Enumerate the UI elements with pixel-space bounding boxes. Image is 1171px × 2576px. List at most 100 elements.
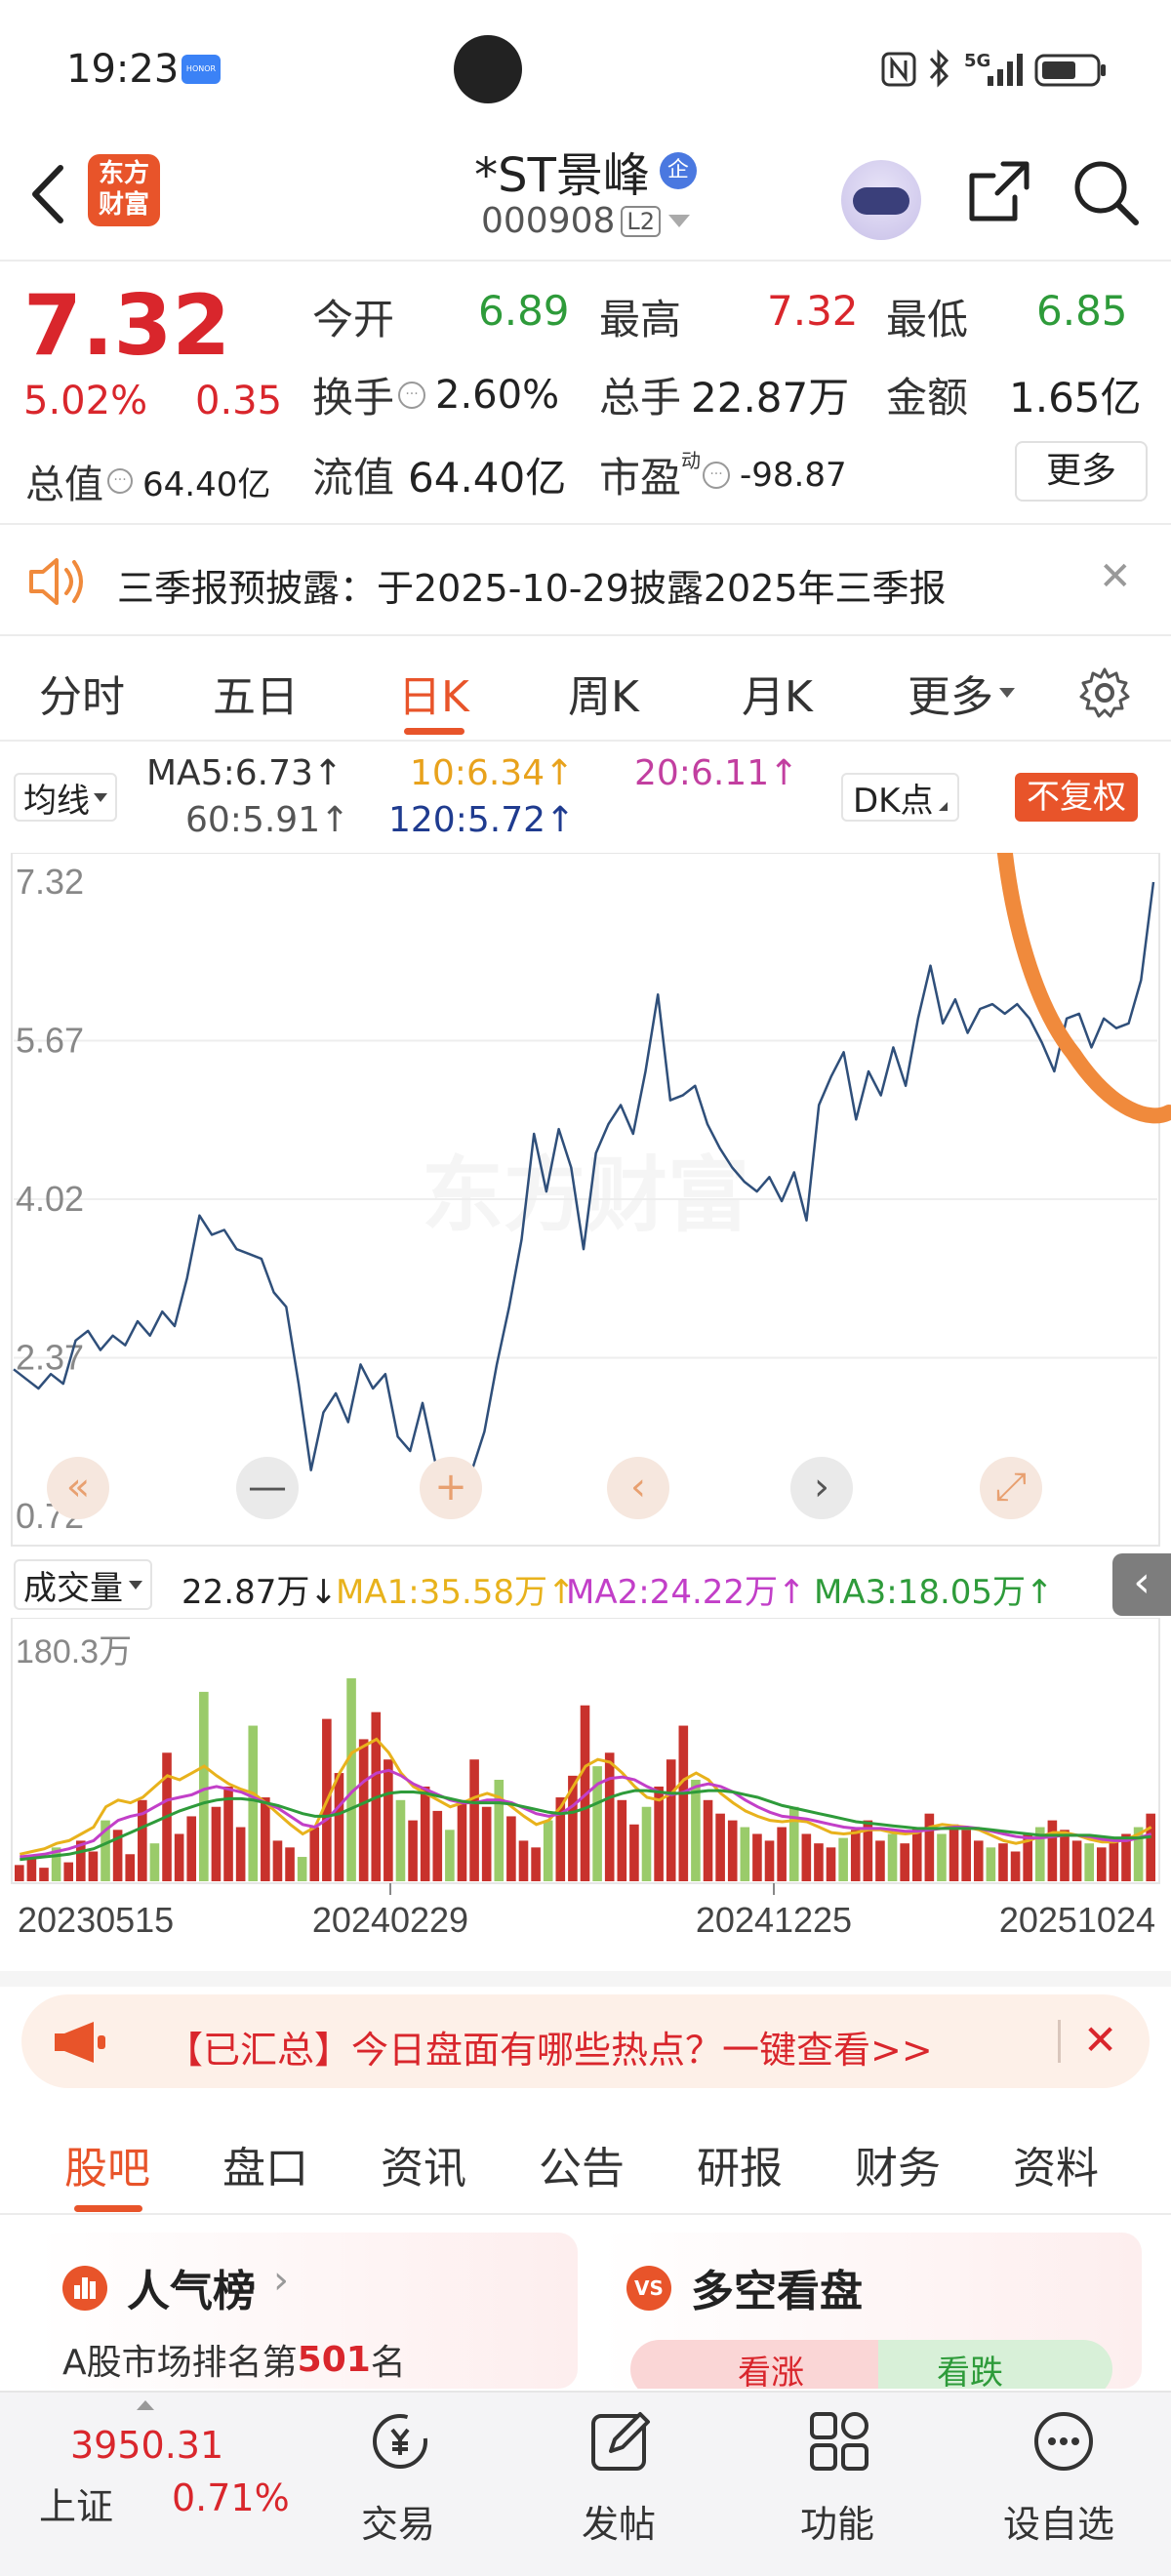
caret-down-icon [999,688,1015,698]
volume-bar [186,1816,197,1881]
ma-selector[interactable]: 均线 [14,773,117,822]
stock-tag: 企 [659,152,697,189]
tab-finance[interactable]: 财务 [855,2133,941,2195]
rank-suffix: 名 [370,2343,406,2383]
tab-announcements[interactable]: 公告 [539,2133,625,2195]
volume-bar [261,1797,270,1881]
volume-bar [1071,1840,1082,1881]
volume-x-tick-label: 20240229 [312,1900,468,1940]
volume-bar [174,1833,184,1881]
open-value: 6.89 [478,287,570,335]
volume-bar [432,1810,443,1881]
index-ticker[interactable]: 3950.31 上证 0.71% [0,2393,312,2576]
tab-five-day[interactable]: 五日 [213,662,299,724]
bull-button[interactable]: 看涨 [630,2340,894,2389]
ma-selector-label: 均线 [23,781,90,821]
volume-bar [395,1799,406,1881]
ranking-icon [62,2266,107,2311]
stock-header: 东方 财富 *ST景峰 企 000908 L2 [0,146,1171,260]
volume-bar [691,1780,701,1881]
add-watchlist-tab[interactable]: 设自选 [991,2393,1138,2558]
dk-point-button[interactable]: DK点 [841,773,960,822]
long-short-card[interactable]: VS 多空看盘 看涨 看跌 [601,2233,1142,2389]
caret-down-icon [668,215,691,227]
tab-research[interactable]: 研报 [697,2133,783,2195]
zoom-in-button[interactable]: + [420,1457,482,1519]
volume-bar [924,1813,935,1881]
vs-icon: VS [626,2266,671,2311]
trade-tab[interactable]: 交易 [342,2393,459,2558]
volume-bar [911,1827,922,1881]
long-short-title: 多空看盘 [691,2267,863,2316]
rewind-button[interactable]: « [47,1457,109,1519]
volume-bar [617,1799,627,1881]
promo-close-icon[interactable]: ✕ [1083,2016,1117,2064]
share-icon[interactable] [964,158,1032,226]
fullscreen-button[interactable]: ⤢ [980,1457,1042,1519]
volume-bar [937,1833,947,1881]
volume-bar [309,1827,320,1881]
dk-point-label: DK点 [853,781,934,821]
adjustment-button[interactable]: 不复权 [1015,773,1138,822]
tab-profile[interactable]: 资料 [1013,2133,1099,2195]
volume-x-tick-label: 20241225 [696,1900,852,1940]
volume-bar [334,1773,344,1881]
volume-bar [211,1806,222,1881]
ma5-value: MA5:6.73↑ [146,753,343,793]
pe-ratio: 市盈 动 ··· -98.87 [599,445,847,504]
popularity-card[interactable]: 人气榜 › A股市场排名第 501 名 [37,2233,578,2389]
notice-text: 三季报预披露：于2025-10-29披露2025年三季报 [117,567,947,610]
gear-icon[interactable] [1077,665,1132,720]
volume-bar [1060,1830,1070,1881]
status-bar: 19:23 HONOR 5G [0,0,1171,146]
volume-chart[interactable]: 180.3万 20230515 20240229 20241225 20251024 [0,1618,1171,1971]
promo-banner[interactable]: 【已汇总】今日盘面有哪些热点？一键查看>> ✕ [21,1994,1150,2088]
tab-monthly-k[interactable]: 月K [742,662,813,724]
tab-weekly-k[interactable]: 周K [568,662,639,724]
post-tab[interactable]: 发帖 [562,2393,679,2558]
volume-selector[interactable]: 成交量 [14,1559,152,1610]
section-tabs: 股吧 盘口 资讯 公告 研报 财务 资料 [0,2112,1171,2213]
price-y-tick-label: 4.02 [16,1179,84,1219]
volume-bar [457,1799,467,1881]
volume-bar [961,1830,971,1881]
volume-bar [875,1840,885,1881]
camera-cutout [454,35,522,103]
volume-bar [358,1739,369,1881]
tab-news[interactable]: 资讯 [381,2133,466,2195]
zoom-out-button[interactable]: — [236,1457,299,1519]
notice-bar[interactable]: 三季报预披露：于2025-10-29披露2025年三季报 ✕ [0,527,1171,634]
volume-bar [1084,1843,1094,1881]
tab-daily-k[interactable]: 日K [398,662,469,724]
float-mv-label: 流值 [312,454,395,502]
notice-close-icon[interactable]: ✕ [1099,554,1132,599]
function-label: 功能 [800,2503,875,2546]
grid-function-icon [810,2412,868,2471]
volume-bar [408,1820,418,1881]
tab-orderbook[interactable]: 盘口 [222,2133,308,2195]
volume-bar [235,1827,246,1881]
volume-bar [887,1833,898,1881]
volume-bar [285,1847,295,1881]
price-chart[interactable]: 东方财富 7.325.674.022.370.72 [0,853,1171,1555]
amount-label: 金额 [886,374,969,422]
volume-bar [384,1759,393,1881]
volume-bar [506,1816,516,1881]
tab-forum[interactable]: 股吧 [64,2133,150,2195]
function-tab[interactable]: 功能 [781,2393,898,2558]
volume-bar [703,1799,713,1881]
more-button[interactable]: 更多 [1015,441,1148,502]
search-icon[interactable] [1071,158,1142,228]
tab-intraday[interactable]: 分时 [39,662,125,724]
status-time: 19:23 [66,47,180,92]
assistant-avatar[interactable] [841,160,921,240]
next-button[interactable]: › [790,1457,853,1519]
bear-button[interactable]: 看跌 [878,2340,1112,2389]
signal-icon [988,54,1023,86]
volume-bar [715,1813,725,1881]
prev-button[interactable]: ‹ [607,1457,669,1519]
volume-bar [814,1843,824,1881]
collapse-panel-button[interactable]: ‹ [1112,1553,1171,1616]
tab-more[interactable]: 更多 [908,662,1015,724]
volume-bar [445,1830,455,1881]
